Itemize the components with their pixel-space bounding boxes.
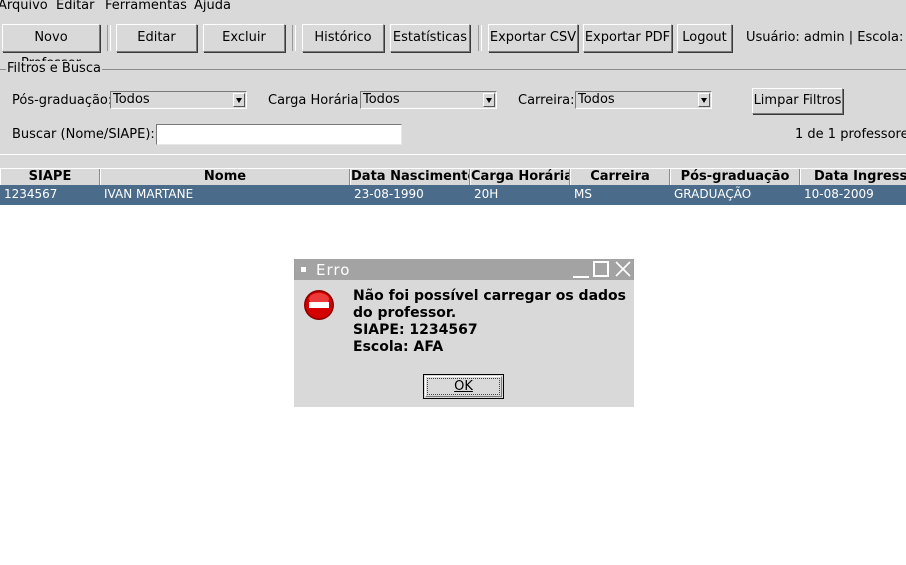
edit-button[interactable]: Editar (116, 24, 197, 52)
carga-horaria-label: Carga Horária: (268, 93, 363, 108)
menu-ajuda[interactable]: Ajuda (194, 0, 231, 14)
chevron-down-icon[interactable] (698, 93, 710, 107)
export-pdf-button[interactable]: Exportar PDF (583, 24, 672, 52)
search-input[interactable] (156, 124, 402, 145)
toolbar: Novo Professor Editar Excluir Histórico … (0, 14, 906, 71)
column-header-pos-graduacao[interactable]: Pós-graduação (670, 169, 800, 185)
cell-data-ingresso: 10-08-2009 (804, 187, 874, 201)
carga-horaria-value: Todos (363, 92, 400, 107)
pos-graduacao-select[interactable]: Todos (110, 91, 247, 109)
column-header-nome[interactable]: Nome (100, 169, 350, 185)
menu-ferramentas[interactable]: Ferramentas (105, 0, 187, 14)
pos-graduacao-label: Pós-graduação: (12, 93, 113, 108)
logout-button[interactable]: Logout (677, 24, 732, 52)
cell-carreira: MS (574, 187, 592, 201)
minimize-icon[interactable] (573, 264, 589, 278)
dialog-titlebar[interactable]: Erro (294, 259, 634, 280)
cell-nome: IVAN MARTANE (104, 187, 194, 201)
cell-data-nascimento: 23-08-1990 (354, 187, 424, 201)
delete-button[interactable]: Excluir (203, 24, 285, 52)
results-count: 1 de 1 professores (795, 127, 906, 142)
clear-filters-button[interactable]: Limpar Filtros (752, 88, 843, 114)
toolbar-separator (292, 25, 296, 51)
column-header-carreira[interactable]: Carreira (570, 169, 670, 185)
carreira-select[interactable]: Todos (575, 91, 712, 109)
cell-pos-graduacao: GRADUAÇÃO (674, 187, 752, 201)
table-header: SIAPE Nome Data Nascimento Carga Horária… (0, 168, 906, 185)
new-professor-button[interactable]: Novo Professor (2, 24, 100, 71)
menu-bar: Arquivo Editar Ferramentas Ajuda (0, 0, 906, 14)
filters-legend: Filtros e Busca (6, 61, 102, 77)
carreira-value: Todos (578, 92, 615, 107)
export-csv-button[interactable]: Exportar CSV (488, 24, 578, 52)
close-icon[interactable] (614, 260, 632, 278)
ok-button-label: OK (454, 379, 473, 394)
maximize-icon[interactable] (593, 261, 609, 277)
search-label: Buscar (Nome/SIAPE): (12, 127, 155, 142)
menu-arquivo[interactable]: Arquivo (0, 0, 48, 14)
table-row[interactable]: 1234567 IVAN MARTANE 23-08-1990 20H MS G… (0, 185, 906, 205)
history-button[interactable]: Histórico (302, 24, 384, 52)
ok-button[interactable]: OK (423, 374, 504, 399)
carga-horaria-select[interactable]: Todos (360, 91, 497, 109)
cell-siape: 1234567 (4, 187, 58, 201)
column-header-siape[interactable]: SIAPE (0, 169, 100, 185)
toolbar-separator (107, 25, 111, 51)
chevron-down-icon[interactable] (483, 93, 495, 107)
carreira-label: Carreira: (518, 93, 575, 108)
column-header-data-ingresso[interactable]: Data Ingresso (800, 169, 906, 185)
dialog-title: Erro (316, 261, 351, 279)
error-dialog: Erro Não foi possível carregar os dados … (294, 259, 634, 407)
error-message: Não foi possível carregar os dados do pr… (353, 288, 626, 355)
window-menu-icon[interactable] (301, 267, 306, 272)
toolbar-separator (478, 25, 482, 51)
menu-editar[interactable]: Editar (56, 0, 95, 14)
pos-graduacao-value: Todos (113, 92, 150, 107)
column-header-carga-horaria[interactable]: Carga Horária (470, 169, 570, 185)
chevron-down-icon[interactable] (233, 93, 245, 107)
user-info: Usuário: admin | Escola: AFA (746, 30, 906, 45)
error-stop-icon (303, 289, 335, 321)
statistics-button[interactable]: Estatísticas (390, 24, 470, 52)
cell-carga-horaria: 20H (474, 187, 499, 201)
column-header-data-nascimento[interactable]: Data Nascimento (350, 169, 470, 185)
